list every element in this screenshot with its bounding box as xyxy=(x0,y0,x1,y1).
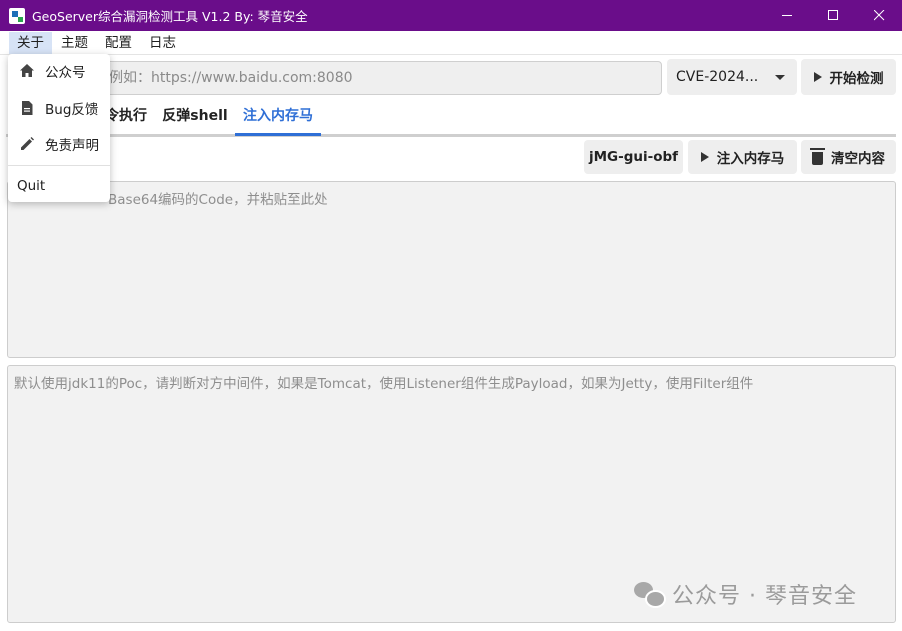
document-icon xyxy=(19,100,35,116)
menu-item-disclaimer-label: 免责声明 xyxy=(45,138,99,154)
minimize-icon[interactable] xyxy=(764,0,810,31)
jmg-gui-obf-button[interactable]: jMG-gui-obf xyxy=(584,140,683,174)
clear-content-label: 清空内容 xyxy=(831,151,885,167)
title-bar: GeoServer综合漏洞检测工具 V1.2 By: 琴音安全 xyxy=(0,0,902,31)
window-controls xyxy=(764,0,902,31)
menu-item-quit-label: Quit xyxy=(17,178,46,194)
watermark: 公众号 · 琴音安全 xyxy=(634,578,857,610)
menu-theme[interactable]: 主题 xyxy=(53,32,96,54)
url-placeholder: 例如：https://www.baidu.com:8080 xyxy=(109,70,353,86)
menu-item-official-account[interactable]: 公众号 xyxy=(8,54,110,88)
menu-log[interactable]: 日志 xyxy=(141,32,184,54)
play-icon xyxy=(813,72,822,82)
code-input-area[interactable]: Base64编码的Code，并粘贴至此处 xyxy=(7,181,896,358)
menu-item-official-account-label: 公众号 xyxy=(45,65,86,81)
active-tab-indicator xyxy=(235,133,321,136)
code-placeholder: Base64编码的Code，并粘贴至此处 xyxy=(108,192,328,208)
tab-reverse-shell[interactable]: 反弹shell xyxy=(159,98,231,135)
clear-content-button[interactable]: 清空内容 xyxy=(801,140,896,174)
tab-track xyxy=(6,134,896,137)
play-icon xyxy=(700,152,709,162)
output-placeholder: 默认使用jdk11的Poc，请判断对方中间件，如果是Tomcat，使用Liste… xyxy=(14,376,754,392)
menu-config[interactable]: 配置 xyxy=(97,32,140,54)
menu-item-quit[interactable]: Quit xyxy=(8,169,110,203)
menu-item-bug-report-label: Bug反馈 xyxy=(45,102,99,118)
menu-item-disclaimer[interactable]: 免责声明 xyxy=(8,127,110,161)
tab-inject-memshell[interactable]: 注入内存马 xyxy=(237,98,319,135)
about-dropdown-menu: 公众号 Bug反馈 免责声明 Quit xyxy=(8,54,110,202)
start-detect-label: 开始检测 xyxy=(829,71,884,87)
pencil-icon xyxy=(19,136,35,152)
start-detect-button[interactable]: 开始检测 xyxy=(801,59,896,95)
app-icon xyxy=(9,7,25,24)
window-title: GeoServer综合漏洞检测工具 V1.2 By: 琴音安全 xyxy=(32,9,308,24)
inject-memshell-button[interactable]: 注入内存马 xyxy=(688,140,797,174)
trash-icon xyxy=(810,147,825,165)
close-icon[interactable] xyxy=(856,0,902,31)
wechat-icon xyxy=(634,582,666,608)
menu-bar: 关于 主题 配置 日志 xyxy=(0,31,902,55)
menu-separator xyxy=(8,165,110,166)
watermark-text: 公众号 · 琴音安全 xyxy=(672,584,857,609)
cve-select[interactable]: CVE-2024... xyxy=(667,59,797,95)
menu-about[interactable]: 关于 xyxy=(9,31,52,54)
jmg-gui-obf-label: jMG-gui-obf xyxy=(588,149,679,165)
cve-select-value: CVE-2024... xyxy=(676,69,759,85)
home-icon xyxy=(19,63,35,79)
tab-bar: 令执行 反弹shell 注入内存马 xyxy=(0,98,902,138)
maximize-icon[interactable] xyxy=(810,0,856,31)
chevron-down-icon xyxy=(775,75,785,80)
menu-item-bug-report[interactable]: Bug反馈 xyxy=(8,91,110,125)
inject-memshell-label: 注入内存马 xyxy=(716,151,785,167)
